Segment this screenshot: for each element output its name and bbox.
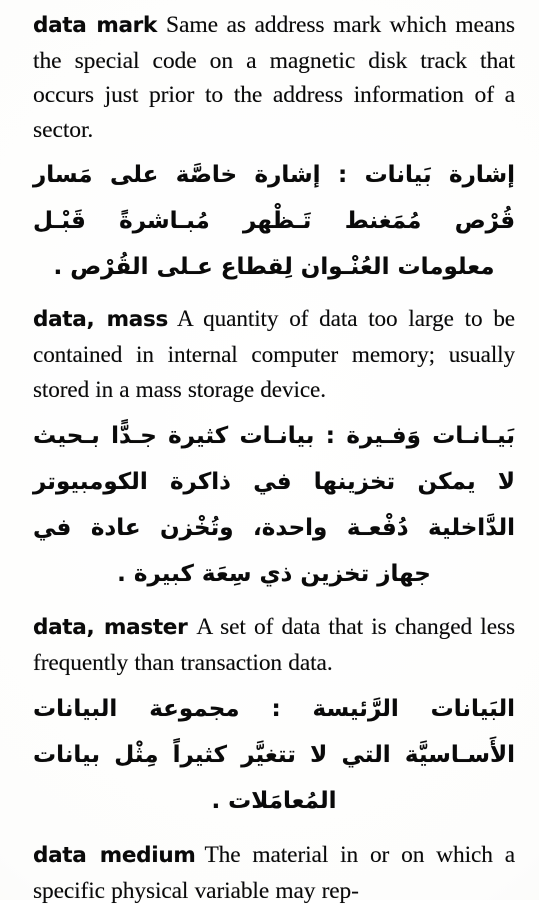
dictionary-entry: data mark Same as address mark which mean… [33, 8, 515, 290]
entry-definition-line: data, mass A quantity of data too large t… [33, 302, 515, 407]
entry-headword: data mark [33, 13, 157, 38]
entry-headword: data medium [33, 843, 196, 869]
entry-arabic-translation: إشارة بَيانات : إشارة خاصَّة على مَسار ق… [33, 162, 515, 281]
entry-definition-line: data medium The material in or on which a… [33, 838, 515, 908]
entry-arabic-translation: البَيانات الرَّئيسة : مجموعة البيانات ال… [33, 696, 515, 815]
dictionary-entry: data medium The material in or on which a… [33, 838, 515, 908]
dictionary-entry: data, master A set of data that is change… [33, 610, 515, 824]
entry-arabic-translation: بَيـانـات وَفـيرة : بيانـات كثيرة جـدًّا… [33, 423, 515, 588]
page-text-column: data mark Same as address mark which mean… [33, 8, 515, 904]
entry-headword: data, master [33, 615, 188, 641]
entry-headword: data, mass [33, 307, 168, 333]
dictionary-entry: data, mass A quantity of data too large t… [33, 302, 515, 597]
scanned-page: data mark Same as address mark which mean… [0, 0, 539, 904]
entry-definition-line: data mark Same as address mark which mean… [33, 8, 515, 147]
entry-definition-line: data, master A set of data that is change… [33, 610, 515, 680]
